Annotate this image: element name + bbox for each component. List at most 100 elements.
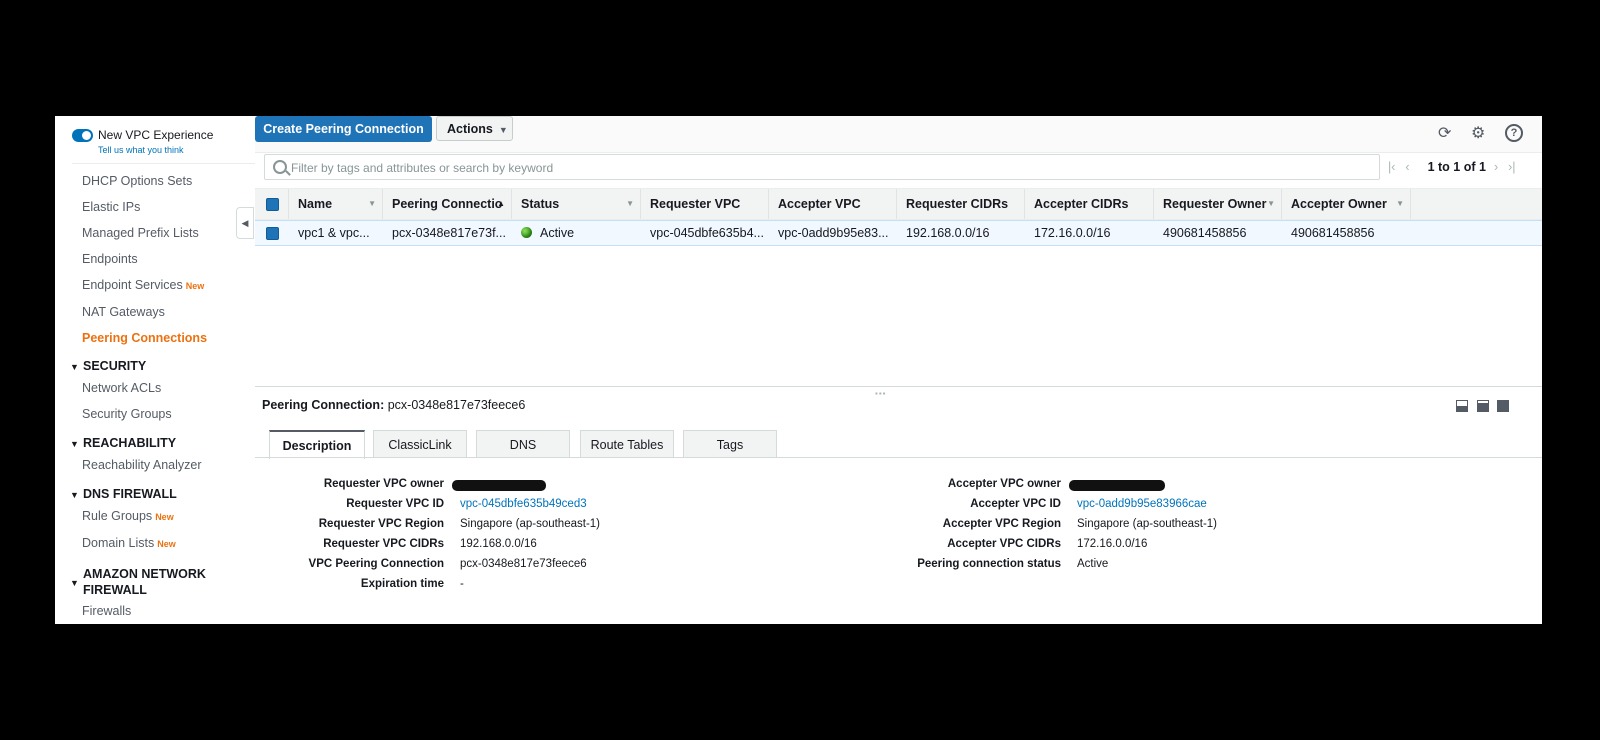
column-header-accepter-owner[interactable]: Accepter Owner ▼ bbox=[1282, 189, 1411, 219]
table-row[interactable]: vpc1 & vpc... pcx-0348e817e73f... Active… bbox=[255, 220, 1542, 246]
page-range: 1 to 1 of 1 bbox=[1427, 160, 1486, 174]
tab-classiclink[interactable]: ClassicLink bbox=[373, 430, 467, 458]
vpc-peering-connection-label: VPC Peering Connection bbox=[308, 558, 444, 570]
tab-dns[interactable]: DNS bbox=[476, 430, 570, 458]
section-title-line1: AMAZON NETWORK bbox=[83, 567, 206, 581]
accepter-vpc-id-label: Accepter VPC ID bbox=[970, 498, 1061, 510]
accepter-vpc-id-link[interactable]: vpc-0add9b95e83966cae bbox=[1077, 498, 1207, 510]
column-header-label: Accepter CIDRs bbox=[1034, 197, 1129, 211]
last-page-icon[interactable]: ›| bbox=[1508, 160, 1515, 174]
status-text: Active bbox=[540, 226, 575, 240]
sidebar-item-dhcp-options-sets[interactable]: DHCP Options Sets bbox=[82, 174, 192, 188]
chevron-left-icon: ◀ bbox=[241, 218, 249, 228]
actions-dropdown[interactable]: Actions ▼ bbox=[436, 116, 513, 141]
cell-peering-connection: pcx-0348e817e73f... bbox=[392, 226, 506, 240]
cell-accepter-cidrs: 172.16.0.0/16 bbox=[1034, 226, 1111, 240]
column-header-status[interactable]: Status ▼ bbox=[512, 189, 641, 219]
caret-down-icon: ▼ bbox=[70, 578, 79, 588]
next-page-icon[interactable]: › bbox=[1494, 160, 1498, 174]
sidebar: New VPC Experience Tell us what you thin… bbox=[55, 116, 256, 624]
sidebar-item-network-acls[interactable]: Network ACLs bbox=[82, 381, 161, 395]
row-checkbox[interactable] bbox=[266, 227, 279, 240]
sidebar-item-label: Managed Prefix Lists bbox=[82, 226, 199, 240]
sidebar-item-label: Reachability Analyzer bbox=[82, 458, 202, 472]
requester-vpc-id-label: Requester VPC ID bbox=[346, 498, 444, 510]
previous-page-icon[interactable]: ‹ bbox=[1405, 160, 1409, 174]
cell-requester-owner: 490681458856 bbox=[1163, 226, 1247, 240]
column-header-requester-owner[interactable]: Requester Owner ▼ bbox=[1154, 189, 1282, 219]
sidebar-section-network-firewall[interactable]: ▼ AMAZON NETWORK FIREWALL bbox=[70, 566, 206, 598]
sidebar-item-managed-prefix-lists[interactable]: Managed Prefix Lists bbox=[82, 226, 199, 240]
settings-icon[interactable]: ⚙ bbox=[1471, 125, 1485, 143]
new-vpc-experience-label: New VPC Experience bbox=[98, 128, 214, 142]
cell-status: Active bbox=[512, 221, 641, 245]
sidebar-item-reachability-analyzer[interactable]: Reachability Analyzer bbox=[82, 458, 202, 472]
sidebar-item-domain-lists[interactable]: Domain Lists New bbox=[82, 536, 176, 550]
accepter-vpc-cidrs-value: 172.16.0.0/16 bbox=[1077, 538, 1148, 550]
pane-size-medium-icon[interactable] bbox=[1477, 400, 1489, 412]
help-icon[interactable]: ? bbox=[1505, 124, 1523, 142]
column-header-label: Requester CIDRs bbox=[906, 197, 1009, 211]
sidebar-section-reachability[interactable]: ▼ REACHABILITY bbox=[70, 435, 176, 452]
first-page-icon[interactable]: |‹ bbox=[1388, 160, 1395, 174]
sidebar-item-label: Firewalls bbox=[82, 604, 132, 618]
cell-accepter-owner: 490681458856 bbox=[1291, 226, 1375, 240]
create-peering-connection-button[interactable]: Create Peering Connection bbox=[255, 116, 432, 142]
drag-handle-icon[interactable]: ▪▪▪ bbox=[875, 389, 887, 398]
search-input[interactable]: Filter by tags and attributes or search … bbox=[264, 154, 1380, 180]
sidebar-section-dns-firewall[interactable]: ▼ DNS FIREWALL bbox=[70, 486, 177, 503]
requester-vpc-cidrs-label: Requester VPC CIDRs bbox=[323, 538, 444, 550]
vpc-console-frame: New VPC Experience Tell us what you thin… bbox=[55, 116, 1542, 624]
new-vpc-experience-toggle[interactable] bbox=[72, 129, 93, 142]
sort-ascending-icon: ▲ bbox=[497, 199, 505, 208]
tab-tags[interactable]: Tags bbox=[683, 430, 777, 458]
sidebar-item-nat-gateways[interactable]: NAT Gateways bbox=[82, 305, 165, 319]
refresh-icon[interactable]: ⟳ bbox=[1438, 125, 1451, 143]
main-panel: Create Peering Connection Actions ▼ ⟳ ⚙ ?… bbox=[255, 116, 1542, 624]
table-header: Name ▼ Peering Connectio ▲ Status ▼ Request… bbox=[255, 188, 1542, 220]
collapse-sidebar-button[interactable]: ◀ bbox=[236, 207, 254, 239]
sidebar-section-security[interactable]: ▼ SECURITY bbox=[70, 358, 146, 375]
column-header-accepter-vpc[interactable]: Accepter VPC bbox=[769, 189, 897, 219]
sidebar-item-security-groups[interactable]: Security Groups bbox=[82, 407, 172, 421]
vpc-peering-connection-value: pcx-0348e817e73feece6 bbox=[460, 558, 587, 570]
pane-size-large-icon[interactable] bbox=[1497, 400, 1509, 412]
sidebar-item-endpoint-services[interactable]: Endpoint Services New bbox=[82, 278, 204, 292]
tab-route-tables[interactable]: Route Tables bbox=[580, 430, 674, 458]
sidebar-item-endpoints[interactable]: Endpoints bbox=[82, 252, 138, 266]
sidebar-item-firewalls[interactable]: Firewalls bbox=[82, 604, 131, 618]
sidebar-item-elastic-ips[interactable]: Elastic IPs bbox=[82, 200, 140, 214]
feedback-link[interactable]: Tell us what you think bbox=[98, 145, 184, 155]
pagination: |‹ ‹ 1 to 1 of 1 › ›| bbox=[1388, 160, 1526, 174]
column-header-name[interactable]: Name ▼ bbox=[289, 189, 383, 219]
column-header-accepter-cidrs[interactable]: Accepter CIDRs bbox=[1025, 189, 1154, 219]
tab-description[interactable]: Description bbox=[269, 430, 365, 459]
requester-vpc-region-label: Requester VPC Region bbox=[318, 518, 444, 530]
select-all-checkbox[interactable] bbox=[266, 198, 279, 211]
sidebar-item-label: Endpoints bbox=[82, 252, 138, 266]
requester-vpc-region-value: Singapore (ap-southeast-1) bbox=[460, 518, 600, 530]
column-header-requester-vpc[interactable]: Requester VPC bbox=[641, 189, 769, 219]
column-header-label: Accepter Owner bbox=[1291, 197, 1387, 211]
column-header-peering-connection[interactable]: Peering Connectio ▲ bbox=[383, 189, 512, 219]
select-all-cell bbox=[255, 189, 289, 219]
column-header-requester-cidrs[interactable]: Requester CIDRs bbox=[897, 189, 1025, 219]
sidebar-item-rule-groups[interactable]: Rule Groups New bbox=[82, 509, 174, 523]
section-title: DNS FIREWALL bbox=[83, 487, 177, 501]
search-placeholder: Filter by tags and attributes or search … bbox=[291, 161, 554, 175]
cell-requester-cidrs: 192.168.0.0/16 bbox=[906, 226, 990, 240]
pane-splitter[interactable] bbox=[255, 386, 1542, 387]
requester-vpc-cidrs-value: 192.168.0.0/16 bbox=[460, 538, 537, 550]
requester-vpc-id-link[interactable]: vpc-045dbfe635b49ced3 bbox=[460, 498, 587, 510]
details-title: Peering Connection: pcx-0348e817e73feece… bbox=[262, 398, 525, 412]
details-title-value: pcx-0348e817e73feece6 bbox=[387, 398, 526, 412]
sidebar-item-label: Rule Groups bbox=[82, 509, 153, 523]
column-header-label: Peering Connectio bbox=[392, 197, 503, 211]
pane-size-small-icon[interactable] bbox=[1456, 400, 1468, 412]
sort-icon: ▼ bbox=[368, 199, 376, 208]
sort-icon: ▼ bbox=[626, 199, 634, 208]
cell-name: vpc1 & vpc... bbox=[298, 226, 370, 240]
caret-down-icon: ▼ bbox=[70, 362, 79, 372]
column-header-label: Requester VPC bbox=[650, 197, 741, 211]
sidebar-item-peering-connections[interactable]: Peering Connections bbox=[82, 331, 207, 345]
